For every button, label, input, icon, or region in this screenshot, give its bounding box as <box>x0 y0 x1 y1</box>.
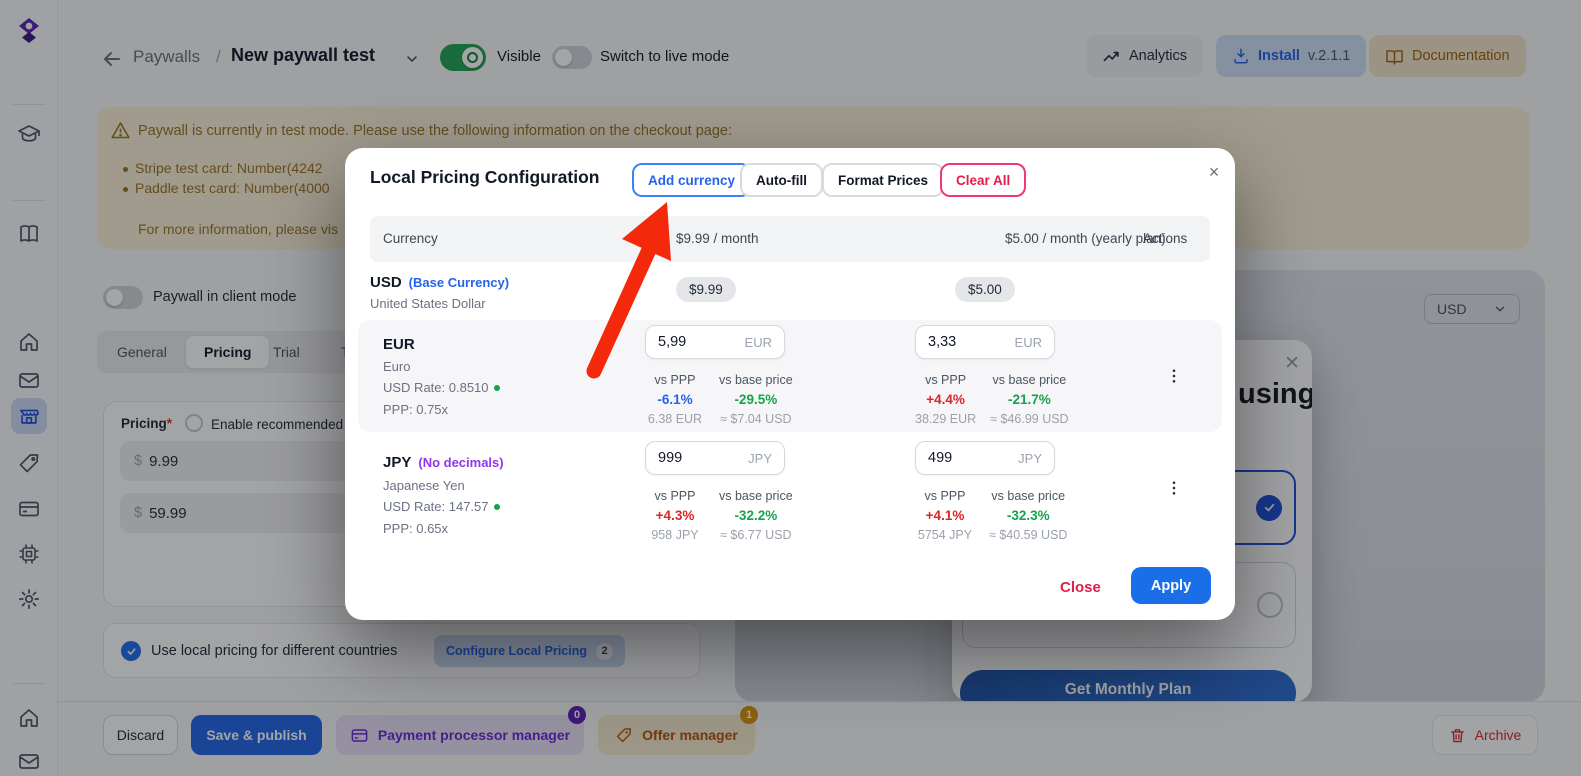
eur-yearly-cell: EUR vs PPP+4.4%38.29 EUR vs base price-2… <box>915 325 1105 359</box>
vs-base-stat: vs base price-29.5%≈ $7.04 USD <box>719 373 793 426</box>
eur-monthly-cell: EUR vs PPP-6.1%6.38 EUR vs base price-29… <box>645 325 835 359</box>
jpy-yearly-price-field[interactable]: JPY <box>915 441 1055 475</box>
pricing-table-header: Currency $9.99 / month $5.00 / month (ye… <box>370 216 1210 262</box>
currency-code: EUR <box>383 336 415 353</box>
currency-suffix: JPY <box>748 451 772 466</box>
currency-name: Euro <box>383 359 410 374</box>
modal-close-icon[interactable]: × <box>1201 159 1227 185</box>
eur-yearly-price-field[interactable]: EUR <box>915 325 1055 359</box>
currency-suffix: EUR <box>745 335 772 350</box>
modal-close-button[interactable]: Close <box>1060 579 1101 596</box>
add-currency-button[interactable]: Add currency <box>632 163 751 197</box>
vs-base-stat: vs base price-21.7%≈ $46.99 USD <box>990 373 1068 426</box>
rate-status-dot <box>494 504 500 510</box>
auto-fill-button[interactable]: Auto-fill <box>740 163 823 197</box>
no-decimals-tag: (No decimals) <box>418 455 503 470</box>
app-root: Paywalls / New paywall test Visible Swit… <box>0 0 1581 776</box>
modal-title: Local Pricing Configuration <box>370 167 599 188</box>
jpy-yearly-cell: JPY vs PPP+4.1%5754 JPY vs base price-32… <box>915 441 1105 475</box>
table-row-jpy: JPY(No decimals) Japanese Yen USD Rate: … <box>358 436 1222 550</box>
currency-suffix: JPY <box>1018 451 1042 466</box>
eur-yearly-input[interactable] <box>928 334 1002 350</box>
vs-ppp-stat: vs PPP+4.1%5754 JPY <box>915 489 975 542</box>
eur-monthly-price-field[interactable]: EUR <box>645 325 785 359</box>
currency-name: Japanese Yen <box>383 478 465 493</box>
usd-monthly-pill: $9.99 <box>676 277 736 302</box>
clear-all-button[interactable]: Clear All <box>940 163 1026 197</box>
base-currency-tag: (Base Currency) <box>409 275 509 290</box>
vs-base-stat: vs base price-32.3%≈ $40.59 USD <box>989 489 1067 542</box>
col-monthly: $9.99 / month <box>676 231 759 246</box>
rate-status-dot <box>494 385 500 391</box>
vs-ppp-stat: vs PPP+4.4%38.29 EUR <box>915 373 976 426</box>
jpy-monthly-cell: JPY vs PPP+4.3%958 JPY vs base price-32.… <box>645 441 835 475</box>
col-currency: Currency <box>383 231 438 246</box>
table-row-eur: EUR Euro USD Rate: 0.8510 PPP: 0.75x EUR… <box>358 320 1222 432</box>
col-yearly: $5.00 / month (yearly plan) <box>1005 231 1166 246</box>
currency-code: USD(Base Currency) <box>370 274 509 291</box>
eur-row-menu-icon[interactable] <box>1165 364 1189 388</box>
vs-ppp-stat: vs PPP-6.1%6.38 EUR <box>645 373 705 426</box>
jpy-monthly-input[interactable] <box>658 450 732 466</box>
currency-suffix: EUR <box>1015 335 1042 350</box>
usd-rate: USD Rate: 147.57 <box>383 499 500 514</box>
ppp-rate: PPP: 0.65x <box>383 521 448 536</box>
jpy-row-menu-icon[interactable] <box>1165 476 1189 500</box>
currency-name: United States Dollar <box>370 296 486 311</box>
jpy-monthly-price-field[interactable]: JPY <box>645 441 785 475</box>
local-pricing-modal: Local Pricing Configuration Add currency… <box>345 148 1235 620</box>
ppp-rate: PPP: 0.75x <box>383 402 448 417</box>
jpy-yearly-input[interactable] <box>928 450 1002 466</box>
modal-apply-button[interactable]: Apply <box>1131 567 1211 604</box>
col-actions: Actions <box>1143 231 1187 246</box>
table-row-usd: USD(Base Currency) United States Dollar … <box>345 264 1235 320</box>
vs-base-stat: vs base price-32.2%≈ $6.77 USD <box>719 489 793 542</box>
usd-yearly-pill: $5.00 <box>955 277 1015 302</box>
usd-rate: USD Rate: 0.8510 <box>383 380 500 395</box>
eur-monthly-input[interactable] <box>658 334 732 350</box>
currency-code: JPY(No decimals) <box>383 454 504 471</box>
vs-ppp-stat: vs PPP+4.3%958 JPY <box>645 489 705 542</box>
format-prices-button[interactable]: Format Prices <box>822 163 944 197</box>
